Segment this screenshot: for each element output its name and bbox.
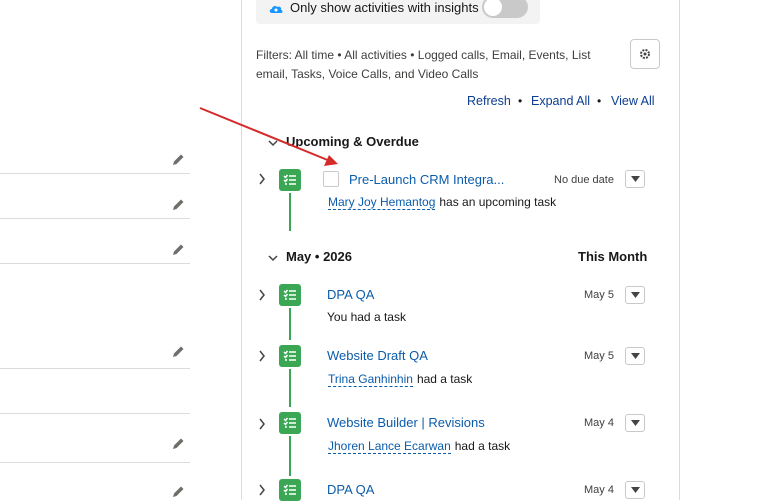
gear-icon (640, 49, 650, 59)
record-detail-pane (0, 0, 241, 500)
activity-date: No due date (554, 174, 614, 186)
insights-toggle[interactable] (482, 0, 528, 18)
timeline-line (289, 193, 291, 231)
activity-description: had a task (416, 372, 473, 386)
field-divider (0, 413, 190, 414)
field-divider (0, 218, 190, 219)
activity-subtitle: Trina Ganhinhin had a task (328, 372, 473, 387)
task-icon (279, 345, 301, 367)
timeline-line (289, 308, 291, 340)
activity-date: May 5 (584, 350, 614, 362)
toggle-knob (484, 0, 502, 16)
filters-summary: Filters: All time • All activities • Log… (256, 48, 591, 81)
task-complete-checkbox[interactable] (323, 171, 339, 187)
chevron-right-icon[interactable] (258, 173, 266, 185)
activity-date: May 5 (584, 289, 614, 301)
section-title-upcoming: Upcoming & Overdue (286, 134, 419, 149)
field-divider (0, 263, 190, 264)
activity-title-link[interactable]: Website Builder | Revisions (327, 415, 485, 430)
chevron-down-icon[interactable] (268, 253, 278, 263)
field-divider (0, 368, 190, 369)
pencil-icon[interactable] (170, 152, 186, 168)
expand-all-link[interactable]: Expand All (531, 94, 590, 108)
activity-menu-button[interactable] (625, 481, 645, 499)
section-period-label: This Month (578, 249, 648, 264)
activity-title-link[interactable]: DPA QA (327, 287, 374, 302)
pencil-icon[interactable] (170, 344, 186, 360)
activity-menu-button[interactable] (625, 347, 645, 365)
pencil-icon[interactable] (170, 436, 186, 452)
einstein-cloud-icon (269, 5, 283, 13)
task-icon (279, 169, 301, 191)
activity-date: May 4 (584, 417, 614, 429)
task-icon (279, 479, 301, 501)
field-divider (0, 173, 190, 174)
refresh-link[interactable]: Refresh (467, 94, 511, 108)
chevron-right-icon[interactable] (258, 289, 266, 301)
activity-menu-button[interactable] (625, 414, 645, 432)
view-all-link[interactable]: View All (611, 94, 655, 108)
insights-label: Only show activities with insights (290, 0, 479, 15)
chevron-right-icon[interactable] (258, 350, 266, 362)
timeline-line (289, 436, 291, 476)
activity-description: has an upcoming task (439, 195, 557, 209)
section-title-month: May • 2026 (286, 249, 352, 264)
person-link[interactable]: Jhoren Lance Ecarwan (328, 439, 451, 454)
task-icon (279, 412, 301, 434)
activity-title-link[interactable]: Pre-Launch CRM Integra... (349, 172, 504, 187)
activity-menu-button[interactable] (625, 170, 645, 188)
person-link[interactable]: Trina Ganhinhin (328, 372, 413, 387)
timeline-line (289, 369, 291, 407)
task-icon (279, 284, 301, 306)
chevron-right-icon[interactable] (258, 418, 266, 430)
activity-subtitle: Mary Joy Hemantog has an upcoming task (328, 195, 557, 210)
separator-dot: • (518, 94, 523, 108)
activity-title-link[interactable]: Website Draft QA (327, 348, 428, 363)
pencil-icon[interactable] (170, 484, 186, 500)
field-divider (0, 462, 190, 463)
separator-dot: • (597, 94, 602, 108)
chevron-right-icon[interactable] (258, 484, 266, 496)
activity-subtitle: Jhoren Lance Ecarwan had a task (328, 439, 511, 454)
activity-subtitle: You had a task (327, 310, 406, 324)
activity-menu-button[interactable] (625, 286, 645, 304)
activity-title-link[interactable]: DPA QA (327, 482, 374, 497)
activity-date: May 4 (584, 484, 614, 496)
person-link[interactable]: Mary Joy Hemantog (328, 195, 436, 210)
pencil-icon[interactable] (170, 197, 186, 213)
activity-description: had a task (454, 439, 511, 453)
filter-settings-button[interactable] (630, 39, 660, 69)
pencil-icon[interactable] (170, 242, 186, 258)
chevron-down-icon[interactable] (268, 138, 278, 148)
